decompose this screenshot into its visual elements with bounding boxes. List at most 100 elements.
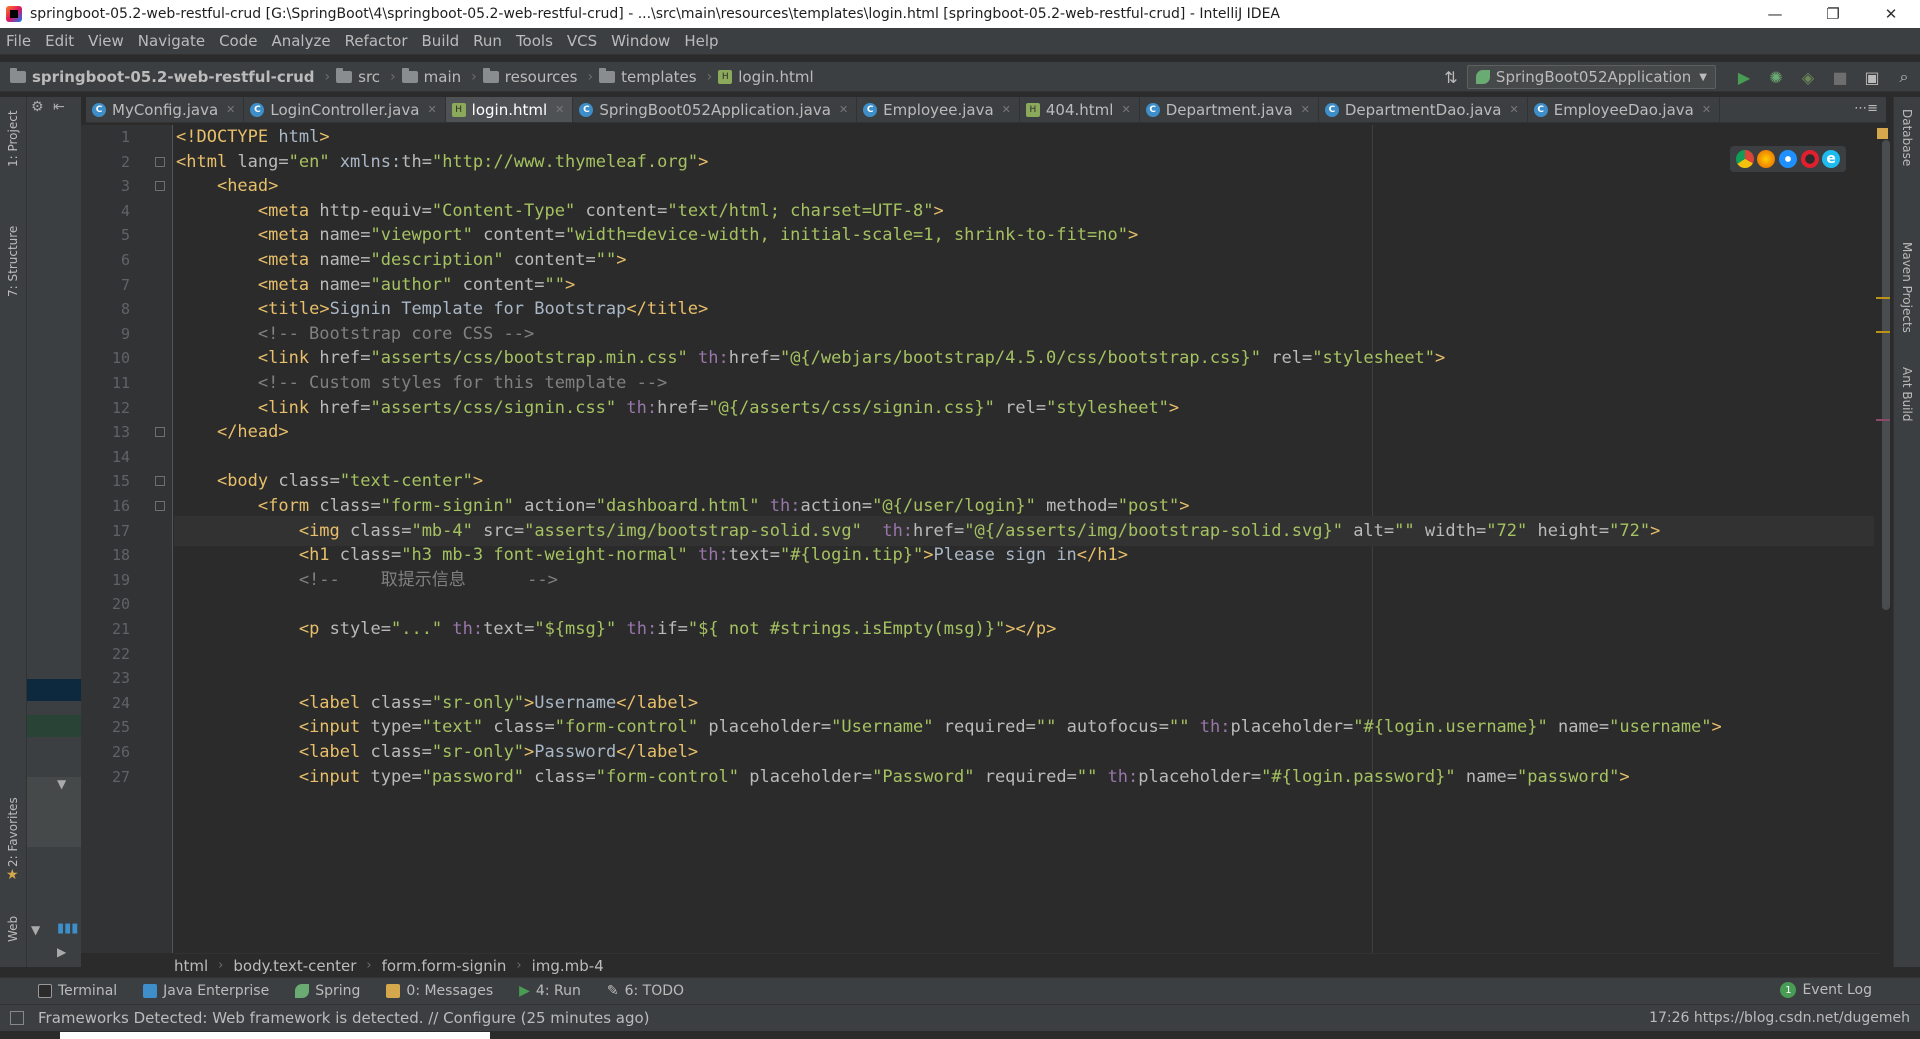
chevron-down-icon[interactable]: ▼: [57, 777, 66, 791]
structure-tool-button[interactable]: 7: Structure: [6, 226, 20, 297]
close-icon[interactable]: ✕: [839, 103, 848, 116]
todo-tool-button[interactable]: ✎ 6: TODO: [607, 983, 684, 999]
menu-refactor[interactable]: Refactor: [345, 32, 408, 50]
fold-marker-icon[interactable]: [155, 501, 165, 511]
nav-project-label: springboot-05.2-web-restful-crud: [32, 67, 315, 86]
nav-resources[interactable]: resources: [482, 67, 577, 86]
maven-tool-button[interactable]: Maven Projects: [1900, 242, 1914, 333]
menu-vcs[interactable]: VCS: [567, 32, 597, 50]
menu-file[interactable]: File: [6, 32, 31, 50]
fold-marker-icon[interactable]: [155, 427, 165, 438]
breadcrumb-html[interactable]: html: [174, 957, 208, 975]
breadcrumb-form[interactable]: form.form-signin: [382, 957, 507, 975]
firefox-icon[interactable]: [1757, 150, 1776, 168]
menu-view[interactable]: View: [88, 32, 124, 50]
close-icon[interactable]: ✕: [1121, 103, 1130, 116]
safari-icon[interactable]: [1778, 150, 1797, 168]
tab-springboot052application[interactable]: C SpringBoot052Application.java ✕: [573, 97, 858, 122]
menu-help[interactable]: Help: [684, 32, 718, 50]
play-icon[interactable]: ▶: [57, 945, 66, 959]
tab-404-html[interactable]: H 404.html ✕: [1020, 97, 1140, 122]
run-icon[interactable]: ▶: [1728, 62, 1760, 92]
menu-run[interactable]: Run: [473, 32, 502, 50]
class-icon: C: [863, 102, 878, 117]
tab-department[interactable]: C Department.java ✕: [1140, 97, 1319, 122]
menu-edit[interactable]: Edit: [45, 32, 74, 50]
run-tool-button[interactable]: ▶ 4: Run: [519, 983, 581, 999]
tabs-overflow-icon[interactable]: ⋯≡: [1854, 101, 1878, 116]
nav-login-html[interactable]: H login.html: [718, 68, 814, 86]
close-icon[interactable]: ✕: [555, 103, 564, 116]
spring-tool-button[interactable]: Spring: [295, 983, 360, 999]
settings-gear-icon[interactable]: ⚙: [31, 99, 44, 115]
coverage-icon[interactable]: ◈: [1792, 62, 1824, 92]
close-icon[interactable]: ✕: [226, 103, 235, 116]
nav-templates[interactable]: templates: [599, 67, 697, 86]
tab-myconfig[interactable]: C MyConfig.java ✕: [86, 97, 245, 122]
nav-src[interactable]: src: [336, 67, 380, 86]
menu-tools[interactable]: Tools: [516, 32, 553, 50]
tab-logincontroller[interactable]: C LoginController.java ✕: [244, 97, 446, 122]
java-enterprise-tool-button[interactable]: Java Enterprise: [143, 983, 269, 999]
tab-label: MyConfig.java: [112, 100, 219, 119]
stop-icon[interactable]: ■: [1824, 62, 1856, 92]
maximize-button[interactable]: ❐: [1804, 5, 1862, 23]
class-icon: C: [579, 102, 594, 117]
close-icon[interactable]: ✕: [427, 103, 436, 116]
minimize-button[interactable]: —: [1746, 5, 1804, 23]
tab-login-html[interactable]: H login.html ✕: [445, 97, 574, 122]
java-enterprise-icon: [143, 984, 158, 998]
fold-marker-icon[interactable]: [155, 476, 165, 487]
close-icon[interactable]: ✕: [1301, 103, 1310, 116]
status-toggle-icon[interactable]: [10, 1011, 24, 1025]
ie-icon[interactable]: e: [1822, 150, 1841, 168]
collapse-icon[interactable]: ⇤: [53, 99, 65, 115]
search-icon[interactable]: ⌕: [1888, 62, 1920, 92]
close-icon[interactable]: ✕: [1702, 103, 1711, 116]
close-icon[interactable]: ✕: [1002, 103, 1011, 116]
fold-marker-icon[interactable]: [155, 156, 165, 167]
chevron-down-icon[interactable]: ▼: [31, 923, 40, 937]
run-icon: ▶: [519, 983, 530, 999]
analysis-status-icon[interactable]: [1877, 128, 1888, 139]
chrome-icon[interactable]: [1735, 150, 1754, 168]
nav-project[interactable]: springboot-05.2-web-restful-crud: [10, 67, 315, 86]
code-line[interactable]: <input type="password" class="form-contr…: [174, 762, 1874, 792]
breadcrumb-img[interactable]: img.mb-4: [532, 957, 604, 975]
warning-marker[interactable]: [1876, 331, 1890, 333]
sort-icon[interactable]: ⇅: [1435, 62, 1467, 92]
project-structure-icon[interactable]: ▣: [1856, 62, 1888, 92]
editor-scroll-thumb[interactable]: [1882, 140, 1890, 610]
close-button[interactable]: ✕: [1862, 5, 1920, 23]
ant-tool-button[interactable]: Ant Build: [1900, 367, 1914, 421]
favorites-tool-button[interactable]: 2: Favorites: [6, 797, 20, 867]
web-tool-button[interactable]: Web: [6, 916, 20, 942]
breadcrumb-body[interactable]: body.text-center: [233, 957, 356, 975]
line-number: 2: [120, 152, 130, 171]
fold-marker-icon[interactable]: [155, 181, 165, 192]
tab-employee[interactable]: C Employee.java ✕: [857, 97, 1020, 122]
close-icon[interactable]: ✕: [1510, 103, 1519, 116]
menu-window[interactable]: Window: [611, 32, 670, 50]
run-configuration-select[interactable]: SpringBoot052Application ▼: [1466, 65, 1716, 89]
nav-main[interactable]: main: [401, 67, 461, 86]
menu-analyze[interactable]: Analyze: [271, 32, 330, 50]
tab-departmentdao[interactable]: C DepartmentDao.java ✕: [1319, 97, 1528, 122]
menu-code[interactable]: Code: [219, 32, 257, 50]
code-editor[interactable]: <!DOCTYPE html> <html lang="en" xmlns:th=…: [174, 125, 1880, 953]
warning-marker[interactable]: [1876, 297, 1890, 299]
event-log-label: Event Log: [1802, 982, 1872, 998]
tab-employeedao[interactable]: C EmployeeDao.java ✕: [1528, 97, 1721, 122]
event-log-button[interactable]: 1 Event Log: [1780, 982, 1872, 998]
debug-icon[interactable]: ✺: [1760, 62, 1792, 92]
error-marker[interactable]: [1876, 419, 1890, 421]
bar-chart-icon[interactable]: ▮▮▮: [57, 921, 78, 936]
opera-icon[interactable]: [1800, 150, 1819, 168]
menu-build[interactable]: Build: [422, 32, 460, 50]
database-tool-button[interactable]: Database: [1900, 109, 1914, 166]
project-tool-button[interactable]: 1: Project: [6, 110, 20, 167]
terminal-tool-button[interactable]: Terminal: [38, 983, 117, 999]
menu-navigate[interactable]: Navigate: [138, 32, 205, 50]
messages-tool-button[interactable]: 0: Messages: [386, 983, 493, 999]
status-message[interactable]: Frameworks Detected: Web framework is de…: [38, 1009, 650, 1027]
